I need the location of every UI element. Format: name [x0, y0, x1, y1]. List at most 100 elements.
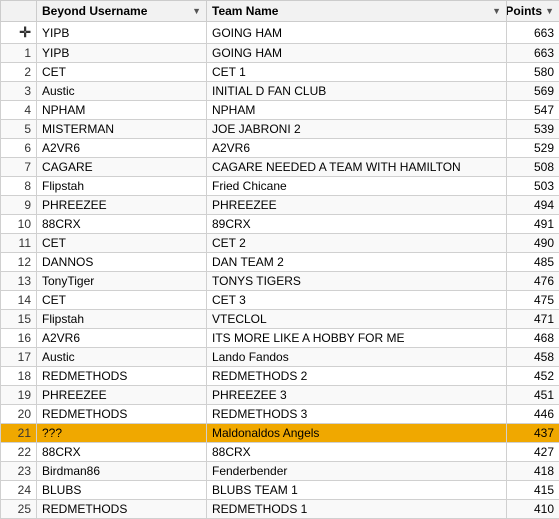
- cell-username: Birdman86: [37, 462, 207, 481]
- cell-points: 490: [507, 234, 559, 253]
- table-row: ✛YIPBGOING HAM663: [1, 22, 559, 44]
- cell-team: PHREEZEE: [207, 196, 507, 215]
- cell-team: NPHAM: [207, 101, 507, 120]
- username-sort-icon: ▼: [192, 6, 201, 16]
- cell-points: 410: [507, 500, 559, 519]
- cell-points: 446: [507, 405, 559, 424]
- cell-points: 415: [507, 481, 559, 500]
- table-row: 12DANNOSDAN TEAM 2485: [1, 253, 559, 272]
- cell-username: CET: [37, 291, 207, 310]
- cell-points: 471: [507, 310, 559, 329]
- table-row: 9PHREEZEEPHREEZEE494: [1, 196, 559, 215]
- cell-username: YIPB: [37, 44, 207, 63]
- cell-points: 458: [507, 348, 559, 367]
- cell-rank: 24: [1, 481, 37, 500]
- cell-username: ???: [37, 424, 207, 443]
- cell-points: 494: [507, 196, 559, 215]
- cell-team: CET 1: [207, 63, 507, 82]
- table-row: 3AusticINITIAL D FAN CLUB569: [1, 82, 559, 101]
- cell-points: 468: [507, 329, 559, 348]
- cell-points: 475: [507, 291, 559, 310]
- cell-team: REDMETHODS 3: [207, 405, 507, 424]
- cell-username: Austic: [37, 82, 207, 101]
- cell-rank: 9: [1, 196, 37, 215]
- cell-rank: 10: [1, 215, 37, 234]
- cell-points: 476: [507, 272, 559, 291]
- cell-rank: 22: [1, 443, 37, 462]
- cell-username: CAGARE: [37, 158, 207, 177]
- table-row: 7CAGARECAGARE NEEDED A TEAM WITH HAMILTO…: [1, 158, 559, 177]
- cell-rank: 1: [1, 44, 37, 63]
- team-column-header[interactable]: Team Name ▼: [207, 1, 507, 22]
- table-row: 2CETCET 1580: [1, 63, 559, 82]
- table-row: 14CETCET 3475: [1, 291, 559, 310]
- cell-points: 437: [507, 424, 559, 443]
- rank-column-header: [1, 1, 37, 22]
- cell-username: CET: [37, 63, 207, 82]
- table-row: 1YIPBGOING HAM663: [1, 44, 559, 63]
- cell-team: GOING HAM: [207, 22, 507, 44]
- cell-username: BLUBS: [37, 481, 207, 500]
- cell-team: REDMETHODS 1: [207, 500, 507, 519]
- team-sort-icon: ▼: [492, 6, 501, 16]
- cell-points: 529: [507, 139, 559, 158]
- cell-username: TonyTiger: [37, 272, 207, 291]
- cell-rank: 4: [1, 101, 37, 120]
- cell-username: YIPB: [37, 22, 207, 44]
- cell-points: 452: [507, 367, 559, 386]
- table-row: 5MISTERMANJOE JABRONI 2539: [1, 120, 559, 139]
- cell-username: CET: [37, 234, 207, 253]
- cell-rank: 17: [1, 348, 37, 367]
- cell-username: Flipstah: [37, 310, 207, 329]
- cell-rank: 13: [1, 272, 37, 291]
- cell-username: 88CRX: [37, 215, 207, 234]
- cell-team: PHREEZEE 3: [207, 386, 507, 405]
- points-column-header[interactable]: Points ▼: [507, 1, 559, 22]
- cell-team: TONYS TIGERS: [207, 272, 507, 291]
- cell-rank: 7: [1, 158, 37, 177]
- cell-username: Austic: [37, 348, 207, 367]
- cell-team: JOE JABRONI 2: [207, 120, 507, 139]
- cell-rank: 16: [1, 329, 37, 348]
- cell-rank: 18: [1, 367, 37, 386]
- cell-points: 451: [507, 386, 559, 405]
- cell-team: Fenderbender: [207, 462, 507, 481]
- cell-username: MISTERMAN: [37, 120, 207, 139]
- cell-team: 88CRX: [207, 443, 507, 462]
- cell-points: 663: [507, 22, 559, 44]
- table-row: 16A2VR6ITS MORE LIKE A HOBBY FOR ME468: [1, 329, 559, 348]
- table-row: 23Birdman86Fenderbender418: [1, 462, 559, 481]
- table-row: 19PHREEZEEPHREEZEE 3451: [1, 386, 559, 405]
- cell-rank: 19: [1, 386, 37, 405]
- cell-username: PHREEZEE: [37, 196, 207, 215]
- cell-username: NPHAM: [37, 101, 207, 120]
- table-row: 20REDMETHODSREDMETHODS 3446: [1, 405, 559, 424]
- cell-points: 569: [507, 82, 559, 101]
- cell-team: Fried Chicane: [207, 177, 507, 196]
- table-row: 4NPHAMNPHAM547: [1, 101, 559, 120]
- cell-points: 418: [507, 462, 559, 481]
- table-row: 11CETCET 2490: [1, 234, 559, 253]
- cell-points: 547: [507, 101, 559, 120]
- cell-team: GOING HAM: [207, 44, 507, 63]
- cell-username: DANNOS: [37, 253, 207, 272]
- cell-rank: 15: [1, 310, 37, 329]
- table-row: 13TonyTigerTONYS TIGERS476: [1, 272, 559, 291]
- username-column-header[interactable]: Beyond Username ▼: [37, 1, 207, 22]
- cell-rank: 21: [1, 424, 37, 443]
- table-row: 1088CRX89CRX491: [1, 215, 559, 234]
- cell-team: CET 3: [207, 291, 507, 310]
- cell-rank: 25: [1, 500, 37, 519]
- cell-rank: 23: [1, 462, 37, 481]
- cell-team: Maldonaldos Angels: [207, 424, 507, 443]
- cell-team: ITS MORE LIKE A HOBBY FOR ME: [207, 329, 507, 348]
- table-row: 25REDMETHODSREDMETHODS 1410: [1, 500, 559, 519]
- cell-rank: 2: [1, 63, 37, 82]
- cell-username: REDMETHODS: [37, 405, 207, 424]
- cell-points: 427: [507, 443, 559, 462]
- cell-team: REDMETHODS 2: [207, 367, 507, 386]
- cell-username: A2VR6: [37, 329, 207, 348]
- table-row: 21???Maldonaldos Angels437: [1, 424, 559, 443]
- cell-team: DAN TEAM 2: [207, 253, 507, 272]
- table-row: 24BLUBSBLUBS TEAM 1415: [1, 481, 559, 500]
